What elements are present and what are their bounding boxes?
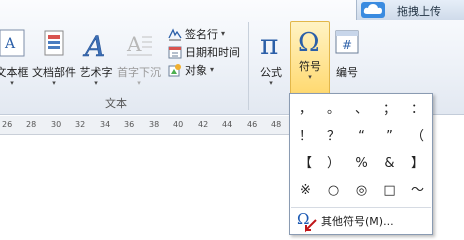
- text-box-button[interactable]: A 文本框 ▾: [0, 21, 32, 91]
- date-time-label: 日期和时间: [185, 45, 240, 59]
- symbol-cell[interactable]: %: [347, 150, 376, 177]
- symbol-cell[interactable]: 【: [291, 150, 320, 177]
- ruler-tick: 34: [100, 120, 111, 129]
- symbol-dropdown: ， 。 、 ； ： ！ ？ “ ” （ 【 ） % & 】 ※ ○ ◎ □ ～ …: [289, 93, 433, 235]
- document-parts-label: 文档部件: [32, 66, 76, 79]
- symbol-cell[interactable]: “: [347, 123, 376, 150]
- group-separator: [248, 22, 249, 110]
- symbol-cell[interactable]: 。: [319, 96, 348, 123]
- symbol-cell[interactable]: ，: [291, 96, 320, 123]
- horizontal-ruler[interactable]: 26 28 30 32 34 36 38 40 42 44 46 48: [0, 116, 300, 135]
- numbering-button[interactable]: # 编号: [330, 21, 364, 91]
- numbering-label: 编号: [336, 66, 358, 79]
- symbol-cell[interactable]: 】: [403, 150, 432, 177]
- ruler-tick: 38: [149, 120, 160, 129]
- ruler-tick: 28: [26, 120, 37, 129]
- symbol-cell[interactable]: ◎: [347, 177, 376, 204]
- number-icon: #: [335, 30, 359, 54]
- drag-upload-button[interactable]: 拖拽上传: [356, 0, 464, 20]
- signature-line-button[interactable]: 签名行 ▾: [168, 25, 225, 42]
- symbol-button[interactable]: Ω 符号 ▾: [290, 21, 330, 95]
- cloud-upload-icon: [361, 2, 385, 18]
- wordart-label: 艺术字: [79, 66, 113, 79]
- symbol-cell[interactable]: ～: [403, 177, 432, 204]
- chevron-down-icon: ▾: [210, 65, 215, 74]
- drop-cap-label: 首字下沉: [117, 66, 161, 79]
- ruler-tick: 26: [2, 120, 13, 129]
- symbol-cell[interactable]: ：: [403, 96, 432, 123]
- chevron-down-icon: ▾: [221, 29, 226, 38]
- more-symbols-label: 其他符号(M)...: [321, 215, 394, 228]
- svg-text:π: π: [260, 29, 278, 59]
- equation-button[interactable]: π 公式 ▾: [254, 21, 288, 91]
- ruler-tick: 30: [51, 120, 62, 129]
- symbol-label: 符号: [299, 60, 321, 73]
- date-time-button[interactable]: 日期和时间: [168, 43, 240, 60]
- object-icon: [168, 63, 181, 76]
- chevron-down-icon: ▾: [94, 79, 98, 87]
- svg-text:A: A: [126, 32, 142, 56]
- signature-line-icon: [168, 27, 182, 40]
- symbol-cell[interactable]: 、: [347, 96, 376, 123]
- symbol-cell[interactable]: ○: [319, 177, 348, 204]
- chevron-down-icon: ▾: [269, 79, 273, 87]
- object-label: 对象: [185, 63, 207, 77]
- document-parts-icon: [44, 30, 64, 56]
- text-box-label: 文本框: [0, 66, 29, 79]
- chevron-down-icon: ▾: [52, 79, 56, 87]
- wordart-button[interactable]: A 艺术字 ▾: [78, 21, 114, 91]
- symbol-cell[interactable]: ？: [319, 123, 348, 150]
- pi-icon: π: [260, 29, 278, 59]
- text-box-icon: A: [0, 29, 25, 57]
- svg-text:#: #: [342, 38, 352, 52]
- symbol-cell[interactable]: ；: [375, 96, 404, 123]
- ruler-tick: 48: [271, 120, 282, 129]
- equation-label: 公式: [260, 66, 282, 79]
- drag-upload-label: 拖拽上传: [397, 5, 441, 18]
- drop-cap-button[interactable]: A 首字下沉 ▾: [117, 21, 161, 91]
- ruler-tick: 32: [75, 120, 86, 129]
- wordart-icon: A: [82, 30, 106, 61]
- signature-line-label: 签名行: [185, 27, 218, 41]
- symbol-cell[interactable]: ”: [375, 123, 404, 150]
- symbol-cell[interactable]: ※: [291, 177, 320, 204]
- drop-cap-icon: A: [126, 32, 152, 56]
- calendar-icon: [168, 46, 182, 58]
- chevron-down-icon: ▾: [137, 79, 141, 87]
- ruler-tick: 44: [222, 120, 233, 129]
- ruler-tick: 46: [247, 120, 258, 129]
- object-button[interactable]: 对象 ▾: [168, 61, 214, 78]
- symbol-cell[interactable]: &: [375, 150, 404, 177]
- symbol-cell[interactable]: ）: [319, 150, 348, 177]
- symbol-cell[interactable]: □: [375, 177, 404, 204]
- ruler-tick: 42: [198, 120, 209, 129]
- symbol-cell[interactable]: （: [403, 123, 432, 150]
- svg-text:Ω: Ω: [298, 28, 320, 56]
- cursor-arrow-icon: [305, 219, 317, 233]
- svg-text:A: A: [4, 36, 16, 52]
- document-parts-button[interactable]: 文档部件 ▾: [32, 21, 76, 91]
- ruler-tick: 40: [173, 120, 184, 129]
- chevron-down-icon: ▾: [308, 73, 312, 81]
- text-group-label: 文本: [105, 97, 127, 110]
- chevron-down-icon: ▾: [10, 79, 14, 87]
- ruler-tick: 36: [124, 120, 135, 129]
- omega-icon: Ω: [298, 28, 320, 56]
- symbol-cell[interactable]: ！: [291, 123, 320, 150]
- svg-text:A: A: [82, 30, 105, 61]
